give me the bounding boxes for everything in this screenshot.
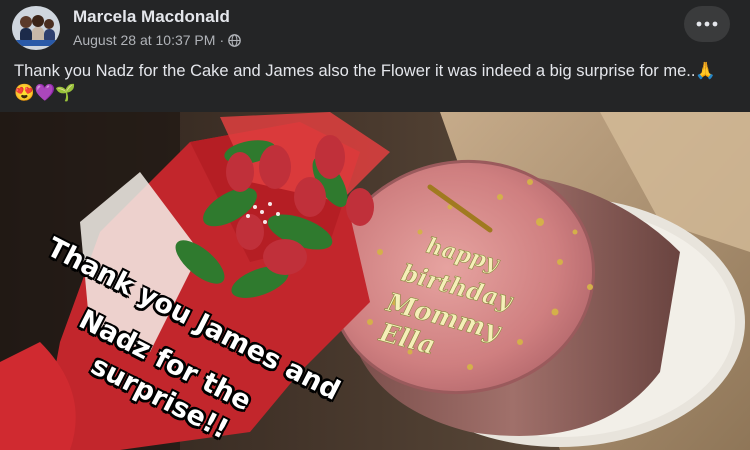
post-timestamp[interactable]: August 28 at 10:37 PM [73, 32, 215, 48]
post-caption: Thank you Nadz for the Cake and James al… [14, 60, 734, 104]
folded-hands-emoji: 🙏 [695, 62, 716, 80]
author-avatar[interactable] [12, 6, 60, 50]
post-meta: August 28 at 10:37 PM · [73, 32, 241, 48]
avatar-photo [12, 6, 60, 50]
seedling-emoji: 🌱 [55, 84, 76, 102]
more-options-button[interactable] [684, 6, 730, 42]
purple-heart-emoji: 💜 [34, 84, 56, 102]
heart-eyes-emoji: 😍 [14, 84, 35, 102]
post-photo[interactable]: happy birthday Mommy Ella Thank you Jame… [0, 112, 750, 450]
post-header: Marcela Macdonald August 28 at 10:37 PM … [0, 0, 750, 50]
more-options-icon [696, 21, 718, 27]
caption-text: Thank you Nadz for the Cake and James al… [14, 62, 696, 80]
globe-icon[interactable] [228, 33, 241, 47]
meta-separator: · [219, 32, 225, 48]
author-name[interactable]: Marcela Macdonald [73, 7, 230, 27]
